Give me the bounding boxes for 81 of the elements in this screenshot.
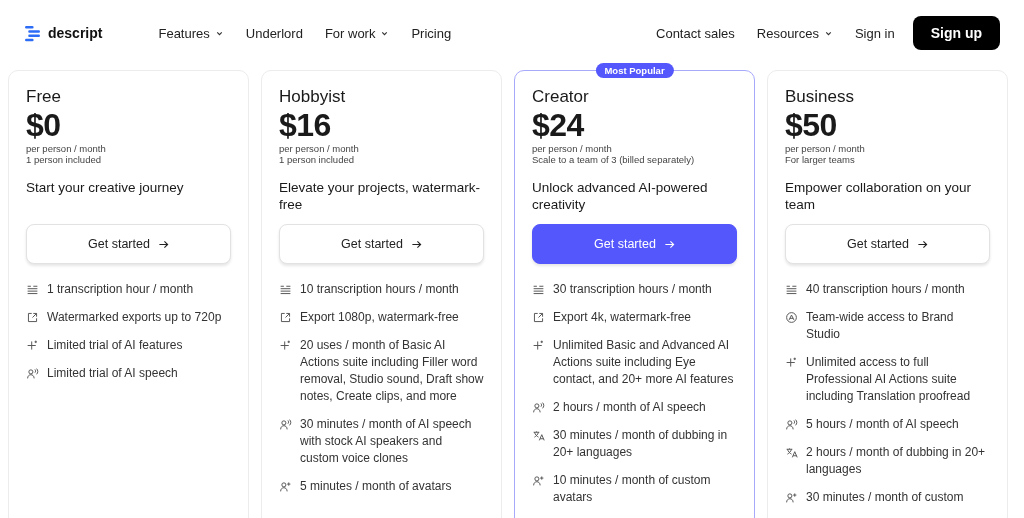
- arrow-right-icon: [410, 238, 422, 250]
- feature-text: 1 transcription hour / month: [47, 281, 194, 298]
- feature-text: 30 transcription hours / month: [553, 281, 712, 298]
- feature-text: 30 minutes / month of custom: [806, 489, 964, 506]
- speech-icon: [279, 418, 292, 431]
- nav-link[interactable]: Features: [158, 25, 224, 41]
- feature-text: 30 minutes / month of dubbing in 20+ languages: [553, 427, 729, 461]
- feature-text: Unlimited Basic and Advanced AI Actions suite including Eye contact, and 20+ more AI features: [553, 337, 735, 388]
- seats-note: Scale to a team of 3 (billed separately): [532, 154, 696, 165]
- speech-icon: [785, 418, 798, 431]
- plan-price: $0: [26, 107, 62, 143]
- plan-price: $16: [279, 107, 332, 143]
- feature-text: 2 hours / month of dubbing in 20+ languages: [806, 444, 987, 478]
- sparkle-icon: [26, 339, 39, 352]
- feature-text: Limited trial of AI speech: [47, 365, 178, 382]
- seats-note: For larger teams: [785, 154, 856, 165]
- plan-name: Hobbyist: [279, 87, 347, 107]
- feature-text: 10 minutes / month of custom avatars: [553, 472, 712, 506]
- logo-icon: [24, 24, 41, 42]
- sparkle-icon: [532, 339, 545, 352]
- seats-note: 1 person included: [26, 154, 102, 165]
- nav-link[interactable]: Contact sales: [656, 25, 735, 41]
- nav-link[interactable]: Underlord: [245, 25, 303, 41]
- feature-text: Watermarked exports up to 720p: [47, 309, 222, 326]
- feature-text: Export 4k, watermark-free: [553, 309, 692, 326]
- feature-text: 2 hours / month of AI speech: [553, 399, 706, 416]
- speech-icon: [26, 367, 39, 380]
- plan-tagline: Unlock advanced AI-powered creativity: [532, 179, 709, 214]
- export-icon: [532, 311, 545, 324]
- feature-text: 40 transcription hours / month: [806, 281, 965, 298]
- logo-text[interactable]: descript: [48, 25, 103, 41]
- nav-link[interactable]: Pricing: [411, 25, 452, 41]
- plan-tagline: Elevate your projects, watermark-free: [279, 179, 482, 214]
- feature-text: Limited trial of AI features: [47, 337, 183, 354]
- sparkle-icon: [279, 339, 292, 352]
- sparkle-icon: [785, 356, 798, 369]
- sign-up-button[interactable]: Sign up: [912, 16, 1000, 50]
- brand-icon: [785, 311, 798, 324]
- get-started-button[interactable]: Get started: [279, 224, 484, 264]
- nav-link[interactable]: Sign in: [854, 25, 895, 41]
- feature-text: Unlimited access to full Professional AI Actions suite including Translation proofread: [806, 354, 972, 405]
- translate-icon: [532, 429, 545, 442]
- feature-text: 5 hours / month of AI speech: [806, 416, 959, 433]
- feature-text: 5 minutes / month of avatars: [300, 478, 452, 495]
- nav-link[interactable]: Resources: [756, 25, 833, 41]
- nav-link[interactable]: For work: [324, 25, 390, 41]
- plan-tagline: Empower collaboration on your team: [785, 179, 973, 214]
- export-icon: [26, 311, 39, 324]
- price-period: per person / month: [279, 143, 360, 154]
- feature-text: Team-wide access to Brand Studio: [806, 309, 955, 343]
- popular-badge: Most Popular: [595, 63, 674, 78]
- price-period: per person / month: [26, 143, 107, 154]
- transcript-icon: [532, 283, 545, 296]
- get-started-button[interactable]: Get started: [26, 224, 231, 264]
- get-started-button[interactable]: Get started: [532, 224, 737, 264]
- transcript-icon: [26, 283, 39, 296]
- seats-note: 1 person included: [279, 154, 355, 165]
- avatar-icon: [279, 480, 292, 493]
- price-period: per person / month: [785, 143, 866, 154]
- feature-text: 20 uses / month of Basic AI Actions suite including Filler word removal, Studio sound, Draft show notes, Create clips, and more: [300, 337, 484, 405]
- speech-icon: [532, 401, 545, 414]
- plan-price: $50: [785, 107, 838, 143]
- get-started-button[interactable]: Get started: [785, 224, 990, 264]
- plan-name: Creator: [532, 87, 590, 107]
- arrow-right-icon: [157, 238, 169, 250]
- translate-icon: [785, 446, 798, 459]
- avatar-icon: [532, 474, 545, 487]
- feature-text: Export 1080p, watermark-free: [300, 309, 459, 326]
- export-icon: [279, 311, 292, 324]
- avatar-icon: [785, 491, 798, 504]
- plan-name: Business: [785, 87, 855, 107]
- plan-name: Free: [26, 87, 62, 107]
- arrow-right-icon: [663, 238, 675, 250]
- plan-tagline: Start your creative journey: [26, 179, 185, 197]
- transcript-icon: [279, 283, 292, 296]
- plan-price: $24: [532, 107, 585, 143]
- transcript-icon: [785, 283, 798, 296]
- price-period: per person / month: [532, 143, 613, 154]
- arrow-right-icon: [916, 238, 928, 250]
- feature-text: 30 minutes / month of AI speech with stock AI speakers and custom voice clones: [300, 416, 473, 467]
- feature-text: 10 transcription hours / month: [300, 281, 459, 298]
